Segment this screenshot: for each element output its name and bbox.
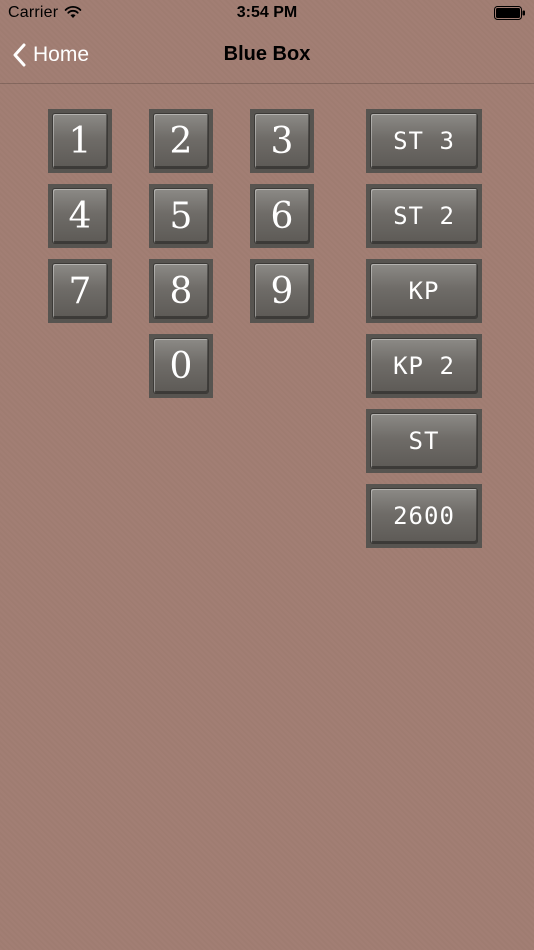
digit-key-9[interactable]: 9 (250, 259, 314, 323)
function-key-label: ST 3 (370, 113, 478, 169)
function-key-st[interactable]: ST (366, 409, 482, 473)
function-key-st2[interactable]: ST 2 (366, 184, 482, 248)
function-key-label: KP 2 (370, 338, 478, 394)
function-key-kp2[interactable]: KP 2 (366, 334, 482, 398)
digit-key-label: 8 (153, 263, 209, 319)
function-key-2600[interactable]: 2600 (366, 484, 482, 548)
digit-key-label: 0 (153, 338, 209, 394)
digit-key-6[interactable]: 6 (250, 184, 314, 248)
digit-key-label: 1 (52, 113, 108, 169)
digit-key-label: 2 (153, 113, 209, 169)
function-key-label: KP (370, 263, 478, 319)
function-key-label: 2600 (370, 488, 478, 544)
digit-key-4[interactable]: 4 (48, 184, 112, 248)
digit-key-7[interactable]: 7 (48, 259, 112, 323)
function-key-kp[interactable]: KP (366, 259, 482, 323)
digit-key-label: 5 (153, 188, 209, 244)
digit-key-2[interactable]: 2 (149, 109, 213, 173)
function-key-label: ST (370, 413, 478, 469)
digit-key-5[interactable]: 5 (149, 184, 213, 248)
battery-icon (494, 6, 525, 20)
digit-key-label: 3 (254, 113, 310, 169)
digit-key-label: 9 (254, 263, 310, 319)
digit-key-0[interactable]: 0 (149, 334, 213, 398)
digit-key-3[interactable]: 3 (250, 109, 314, 173)
digit-key-label: 7 (52, 263, 108, 319)
digit-key-label: 4 (52, 188, 108, 244)
function-key-label: ST 2 (370, 188, 478, 244)
function-key-st3[interactable]: ST 3 (366, 109, 482, 173)
digit-key-label: 6 (254, 188, 310, 244)
screen: Carrier 3:54 PM Home Blue Box 1 2 3 4 5 … (0, 0, 534, 950)
status-bar: Carrier 3:54 PM (0, 0, 534, 28)
page-title: Blue Box (223, 43, 311, 65)
navigation-bar: Home Blue Box (0, 28, 534, 84)
status-time: 3:54 PM (236, 4, 298, 21)
digit-key-1[interactable]: 1 (48, 109, 112, 173)
digit-key-8[interactable]: 8 (149, 259, 213, 323)
